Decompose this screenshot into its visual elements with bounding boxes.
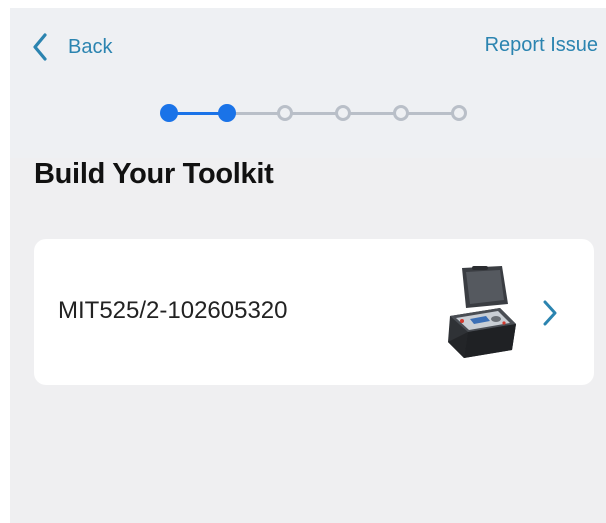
header: Back Report Issue [10,8,606,158]
toolkit-item-card[interactable]: MIT525/2-102605320 [34,239,594,385]
page-title: Build Your Toolkit [34,158,274,190]
insulation-tester-image [442,264,520,360]
step-dot-1 [160,104,178,122]
chevron-left-icon [32,33,48,61]
report-issue-button[interactable]: Report Issue [485,34,598,57]
progress-stepper [160,101,470,125]
toolkit-item-label: MIT525/2-102605320 [58,297,288,324]
back-button[interactable]: Back [32,32,112,62]
step-dot-5 [393,105,409,121]
step-dot-4 [335,105,351,121]
step-dot-6 [451,105,467,121]
back-label: Back [68,35,113,58]
app-screen: Back Report Issue Build Your Toolkit MIT… [10,8,606,523]
step-dot-3 [277,105,293,121]
step-dot-2 [218,104,236,122]
chevron-right-icon [542,300,558,331]
